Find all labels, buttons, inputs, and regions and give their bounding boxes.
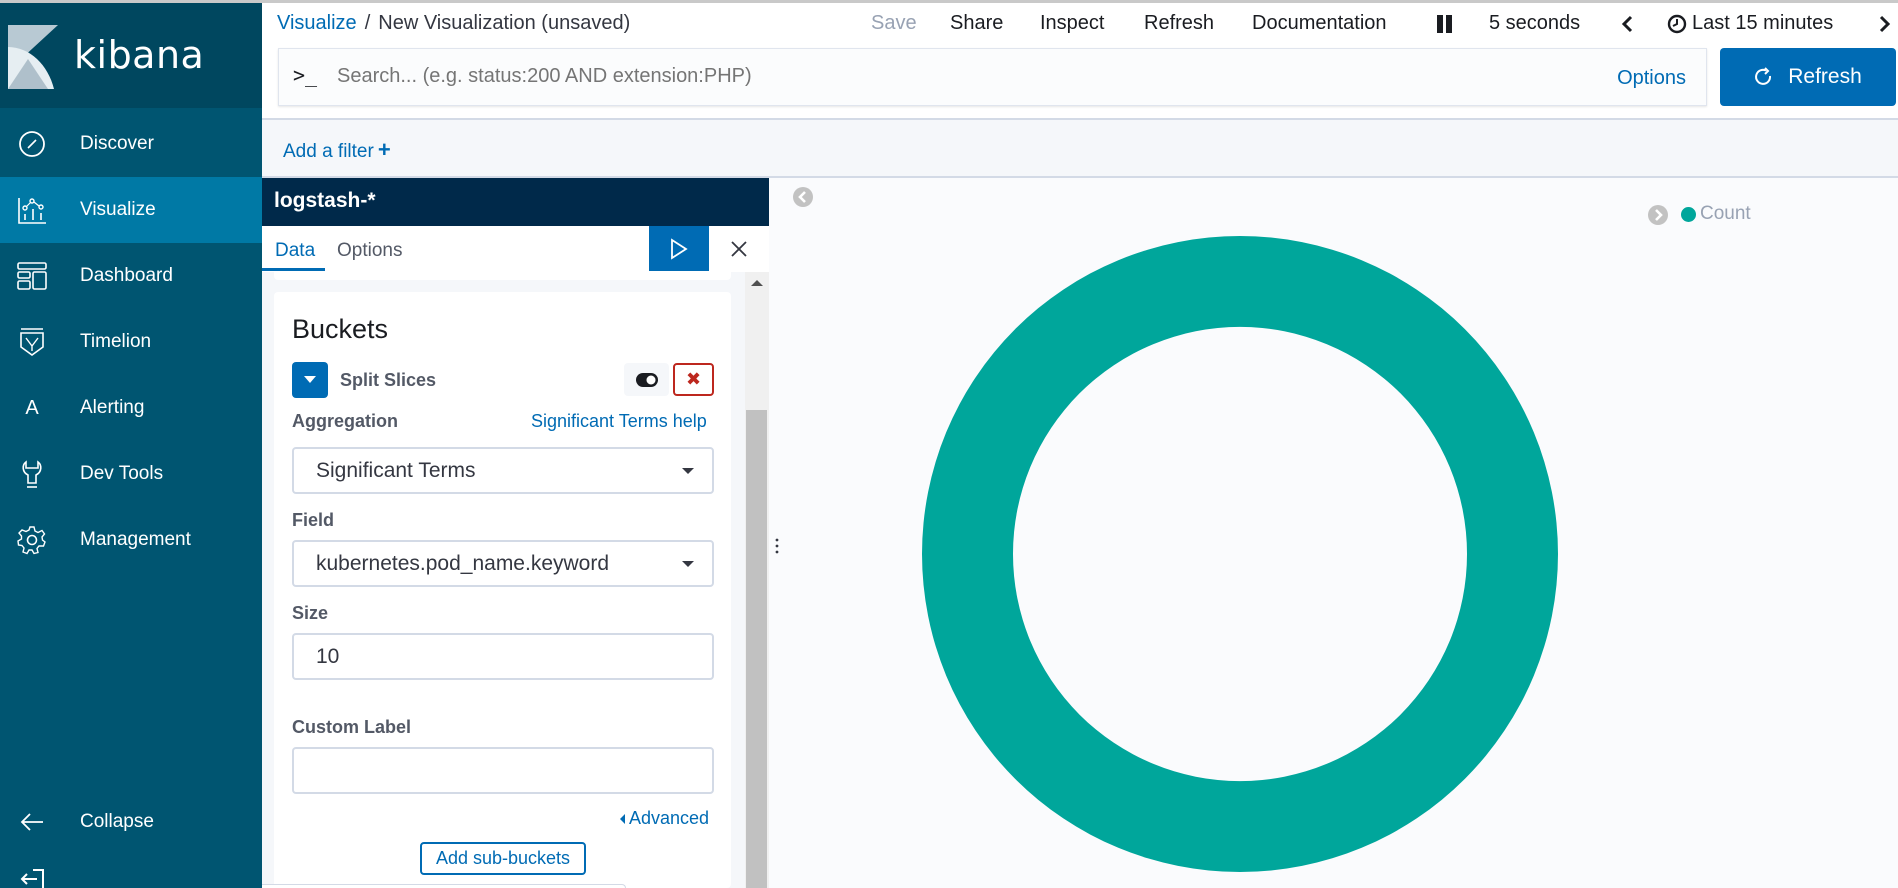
breadcrumb: Visualize / New Visualization (unsaved): [277, 12, 630, 35]
remove-bucket-button[interactable]: ✖: [673, 363, 714, 396]
toggle-bucket-button[interactable]: [292, 362, 328, 398]
sidebar-item-timelion[interactable]: Timelion: [0, 309, 262, 375]
documentation-button[interactable]: Documentation: [1252, 12, 1387, 35]
refresh-interval-button[interactable]: 5 seconds: [1489, 12, 1580, 35]
tab-options[interactable]: Options: [337, 240, 402, 262]
sidebar-item-visualize[interactable]: Visualize: [0, 177, 262, 243]
alerting-icon: A: [25, 396, 39, 419]
index-pattern-title: logstash-*: [262, 178, 769, 226]
aggregation-select[interactable]: Significant Terms: [292, 447, 714, 494]
plus-icon: +: [377, 137, 391, 162]
sidebar-item-label: Alerting: [80, 397, 145, 418]
breadcrumb-current: New Visualization (unsaved): [378, 12, 631, 34]
breadcrumb-visualize-link[interactable]: Visualize: [277, 12, 357, 34]
sidebar-item-label: Discover: [80, 133, 154, 154]
filter-bar: [262, 118, 1898, 178]
tab-active-indicator: [262, 268, 325, 271]
previous-card-edge: [274, 272, 731, 280]
time-range-picker[interactable]: Last 15 minutes: [1692, 12, 1833, 35]
visualize-icon: [16, 194, 48, 226]
kibana-logo-icon: [8, 25, 58, 89]
inspect-button[interactable]: Inspect: [1040, 12, 1104, 35]
sidebar-collapse-label: Collapse: [80, 811, 154, 832]
caret-down-icon: [682, 561, 694, 567]
caret-down-icon: [304, 376, 316, 383]
play-icon: [671, 237, 688, 260]
aggregation-selected-value: Significant Terms: [316, 459, 476, 482]
search-input[interactable]: [337, 65, 1537, 88]
aggregation-label: Aggregation: [292, 411, 398, 431]
discard-changes-button[interactable]: [709, 226, 769, 271]
custom-label-label: Custom Label: [292, 717, 412, 737]
bucket-type-label: Split Slices: [340, 370, 437, 390]
advanced-toggle-link[interactable]: Advanced: [620, 808, 709, 829]
sidebar-item-management[interactable]: Management: [0, 507, 262, 573]
refresh-button[interactable]: Refresh: [1720, 48, 1896, 106]
query-language-icon: >_: [293, 63, 318, 87]
sidebar-item-label: Management: [80, 529, 191, 550]
refresh-icon: [1755, 67, 1772, 85]
scroll-up-button[interactable]: [745, 272, 769, 294]
query-options-button[interactable]: Options: [1617, 67, 1686, 90]
dashboard-icon: [16, 260, 48, 292]
size-label: Size: [292, 603, 329, 623]
sidebar-item-dev-tools[interactable]: Dev Tools: [0, 441, 262, 507]
toggle-on-icon: [635, 372, 658, 387]
time-forward-button[interactable]: [1878, 15, 1892, 39]
caret-left-icon: [620, 814, 625, 825]
share-button[interactable]: Share: [950, 12, 1003, 35]
chevron-right-icon: [1879, 15, 1891, 33]
field-select[interactable]: kubernetes.pod_name.keyword: [292, 540, 714, 587]
pie-chart: [922, 236, 1558, 872]
pause-button[interactable]: [1437, 15, 1453, 39]
sidebar-collapse-button[interactable]: Collapse: [0, 789, 262, 855]
sidebar-item-label: Dev Tools: [80, 463, 164, 484]
breadcrumb-separator: /: [364, 12, 371, 34]
save-button[interactable]: Save: [871, 12, 917, 35]
wrench-icon: [16, 458, 48, 490]
timelion-icon: [16, 326, 48, 358]
scrollbar-thumb[interactable]: [746, 410, 767, 888]
chevron-left-icon: [1621, 15, 1633, 33]
sidebar-logout-button[interactable]: [0, 856, 262, 888]
close-icon: [731, 240, 747, 257]
compass-icon: [16, 128, 48, 160]
kibana-logo[interactable]: kibana: [0, 0, 262, 108]
query-bar: >_ Options: [278, 48, 1707, 106]
disable-bucket-toggle[interactable]: [624, 363, 669, 396]
add-sub-buckets-button[interactable]: Add sub-buckets: [420, 842, 586, 875]
field-selected-value: kubernetes.pod_name.keyword: [316, 552, 610, 575]
arrow-left-icon: [16, 806, 48, 838]
refresh-button-label: Refresh: [1788, 65, 1862, 88]
custom-label-input[interactable]: [292, 747, 714, 794]
aggregation-help-link[interactable]: Significant Terms help: [531, 411, 707, 432]
caret-up-icon: [751, 280, 763, 286]
pause-icon: [1437, 15, 1452, 33]
gear-icon: [16, 524, 48, 556]
remove-icon: ✖: [685, 369, 702, 389]
sidebar-item-alerting[interactable]: A Alerting: [0, 375, 262, 441]
time-back-button[interactable]: [1620, 15, 1634, 39]
pie-slice-count[interactable]: [922, 236, 1558, 872]
tab-data[interactable]: Data: [275, 240, 315, 262]
advanced-link-label: Advanced: [629, 808, 710, 828]
panel-footer-edge: [262, 884, 626, 888]
buckets-title: Buckets: [292, 314, 389, 344]
sidebar-item-dashboard[interactable]: Dashboard: [0, 243, 262, 309]
field-label: Field: [292, 510, 335, 530]
kibana-wordmark: kibana: [74, 33, 205, 77]
sidebar-item-label: Timelion: [80, 331, 152, 352]
refresh-menu-button[interactable]: Refresh: [1144, 12, 1214, 35]
add-filter-label: Add a filter: [283, 141, 374, 162]
sidebar-item-discover[interactable]: Discover: [0, 111, 262, 177]
clock-icon: [1667, 14, 1687, 40]
apply-changes-button[interactable]: [649, 226, 709, 271]
size-input[interactable]: [292, 633, 714, 680]
add-filter-button[interactable]: Add a filter +: [283, 137, 391, 163]
sidebar-item-label: Visualize: [80, 199, 156, 220]
sidebar-item-label: Dashboard: [80, 265, 173, 286]
caret-down-icon: [682, 468, 694, 474]
logout-icon: [16, 864, 48, 888]
